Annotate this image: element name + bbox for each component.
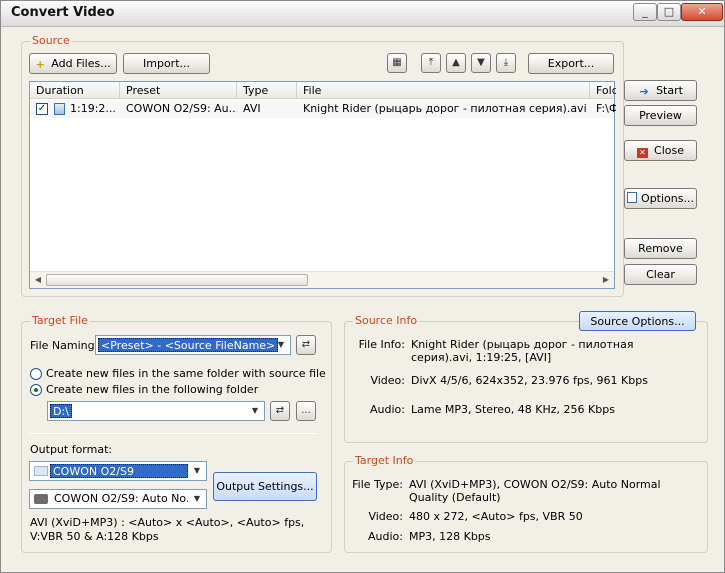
maximize-button[interactable]: □: [657, 3, 681, 21]
column-file[interactable]: File: [297, 82, 590, 99]
scroll-left-icon[interactable]: ◀: [32, 274, 44, 286]
device-icon: [34, 466, 48, 476]
output-preset-value: COWON O2/S9: Auto No...: [54, 492, 188, 505]
output-settings-button[interactable]: Output Settings...: [213, 472, 317, 501]
import-button[interactable]: Import...: [123, 53, 210, 74]
table-row[interactable]: ✓ 1:19:2... COWON O2/S9: Au... AVI Knigh…: [30, 100, 616, 118]
file-naming-combo[interactable]: <Preset> - <Source FileName> ▼: [95, 335, 291, 355]
source-video-value: DivX 4/5/6, 624x352, 23.976 fps, 961 Kbp…: [411, 374, 648, 387]
column-preset[interactable]: Preset: [120, 82, 237, 99]
options-checklist-icon: [627, 192, 638, 203]
source-video-key: Video:: [370, 374, 405, 387]
source-group-label: Source: [30, 34, 72, 47]
column-folder[interactable]: Fold: [590, 82, 616, 99]
target-info-group-label: Target Info: [353, 454, 416, 467]
scroll-thumb[interactable]: [46, 274, 308, 286]
cell-duration: 1:19:2...: [70, 102, 116, 115]
preview-button[interactable]: Preview: [624, 105, 697, 126]
target-file-group-label: Target File: [30, 314, 90, 327]
cell-file: Knight Rider (рыцарь дорог - пилотная се…: [303, 102, 587, 115]
folder-combo[interactable]: D:\ ▼: [47, 401, 265, 421]
start-label: Start: [656, 84, 683, 97]
file-type-value: AVI (XviD+MP3), COWON O2/S9: Auto Normal…: [409, 478, 661, 504]
radio-same-folder[interactable]: [30, 368, 42, 380]
file-naming-value: <Preset> - <Source FileName>: [98, 338, 279, 352]
file-info-key: File Info:: [358, 338, 405, 351]
move-down-icon[interactable]: ▼: [471, 53, 491, 73]
remove-button[interactable]: Remove: [624, 238, 697, 259]
source-audio-key: Audio:: [370, 403, 405, 416]
cell-folder: F:\Ф: [596, 102, 616, 115]
add-files-button[interactable]: + Add Files...: [29, 53, 117, 74]
radio-same-folder-label: Create new files in the same folder with…: [46, 367, 326, 380]
close-x-icon: ✕: [637, 148, 649, 158]
chevron-down-icon[interactable]: ▼: [272, 336, 290, 354]
convert-video-window: Convert Video _ □ ✕ Source + Add Files...…: [0, 0, 725, 573]
horizontal-scrollbar[interactable]: ◀ ▶: [30, 271, 614, 288]
close-button[interactable]: ✕ Close: [624, 140, 697, 161]
output-preset-combo[interactable]: COWON O2/S9: Auto No... ▼: [29, 489, 207, 509]
source-file-list[interactable]: Duration Preset Type File Fold ✓ 1:19:2.…: [29, 81, 616, 289]
format-summary-text: AVI (XviD+MP3) : <Auto> x <Auto>, <Auto>…: [30, 516, 305, 543]
options-label: Options...: [641, 192, 694, 205]
move-up-icon[interactable]: ▲: [446, 53, 466, 73]
window-title: Convert Video: [11, 5, 115, 20]
add-plus-icon: +: [35, 58, 45, 71]
list-header: Duration Preset Type File Fold: [30, 82, 616, 99]
scroll-right-icon[interactable]: ▶: [600, 274, 612, 286]
clear-button[interactable]: Clear: [624, 264, 697, 285]
start-arrow-icon: ➔: [639, 85, 649, 98]
file-naming-label: File Naming:: [30, 339, 99, 352]
chevron-down-icon[interactable]: ▼: [246, 402, 264, 420]
title-bar: Convert Video _ □ ✕: [1, 1, 724, 27]
source-info-group-label: Source Info: [353, 314, 420, 327]
target-audio-key: Audio:: [368, 530, 403, 543]
target-video-value: 480 x 272, <Auto> fps, VBR 50: [409, 510, 583, 523]
cell-type: AVI: [243, 102, 261, 115]
browse-folder-button[interactable]: ...: [296, 401, 316, 421]
close-label: Close: [654, 144, 684, 157]
output-device-combo[interactable]: COWON O2/S9 ▼: [29, 461, 207, 481]
naming-swap-icon[interactable]: ⇄: [296, 335, 316, 355]
output-device-value: COWON O2/S9: [50, 464, 188, 478]
file-info-value: Knight Rider (рыцарь дорог - пилотная се…: [411, 338, 634, 364]
move-top-icon[interactable]: ⤒: [421, 53, 441, 73]
source-audio-value: Lame MP3, Stereo, 48 KHz, 256 Kbps: [411, 403, 615, 416]
video-file-icon: [54, 103, 65, 115]
window-close-button[interactable]: ✕: [681, 3, 723, 21]
radio-following-folder-label: Create new files in the following folder: [46, 383, 259, 396]
film-camera-icon: [34, 494, 48, 504]
folder-value: D:\: [50, 404, 72, 418]
chevron-down-icon[interactable]: ▼: [188, 462, 206, 480]
target-video-key: Video:: [368, 510, 403, 523]
minimize-button[interactable]: _: [633, 3, 657, 21]
move-bottom-icon[interactable]: ⤓: [496, 53, 516, 73]
export-button[interactable]: Export...: [528, 53, 614, 74]
file-type-key: File Type:: [352, 478, 403, 491]
options-button[interactable]: Options...: [624, 188, 697, 209]
chevron-down-icon[interactable]: ▼: [188, 490, 206, 508]
cell-preset: COWON O2/S9: Au...: [126, 102, 237, 115]
output-format-label: Output format:: [30, 443, 113, 456]
divider: [29, 433, 317, 434]
start-button[interactable]: ➔ Start: [624, 80, 697, 101]
row-checkbox[interactable]: ✓: [36, 103, 48, 115]
target-audio-value: MP3, 128 Kbps: [409, 530, 491, 543]
properties-icon[interactable]: ▦: [387, 53, 407, 73]
source-options-button[interactable]: Source Options...: [579, 311, 696, 331]
add-files-label: Add Files...: [51, 57, 111, 70]
radio-following-folder[interactable]: [30, 384, 42, 396]
column-duration[interactable]: Duration: [30, 82, 120, 99]
column-type[interactable]: Type: [237, 82, 297, 99]
folder-swap-icon[interactable]: ⇄: [270, 401, 290, 421]
